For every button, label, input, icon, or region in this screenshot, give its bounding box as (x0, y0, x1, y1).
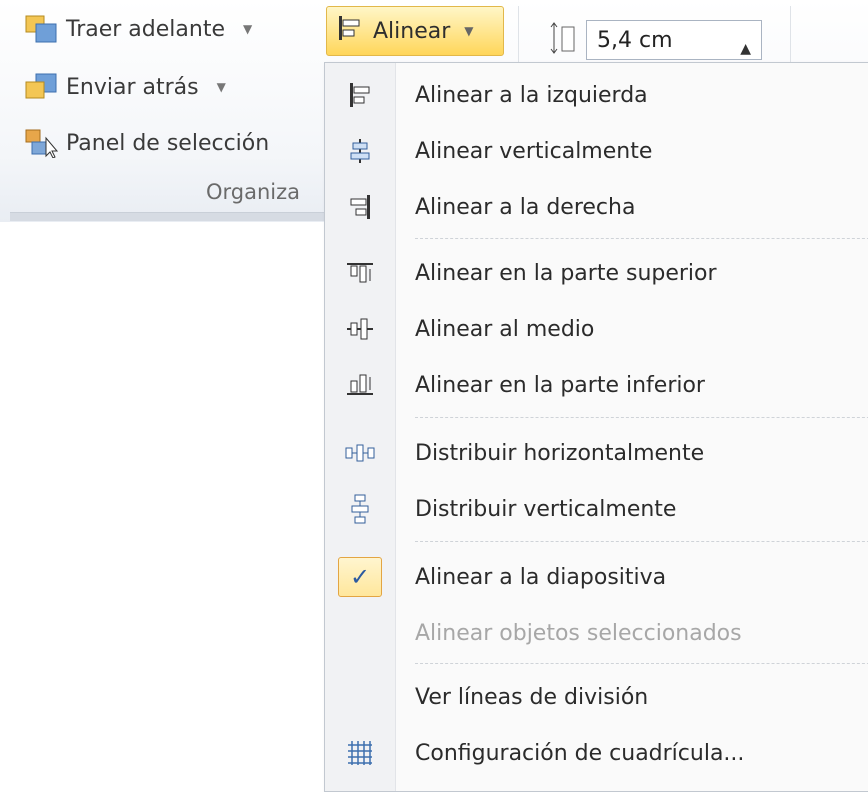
selection-pane-icon (24, 128, 59, 159)
ribbon-bottom-edge (10, 212, 330, 221)
selection-pane-label: Panel de selección (66, 130, 270, 156)
menu-item-align-right[interactable]: Alinear a la derecha (325, 187, 868, 227)
align-button[interactable]: Alinear ▼ (326, 6, 504, 56)
menu-separator (415, 417, 868, 418)
menu-item-view-gridlines[interactable]: Ver líneas de división (325, 677, 868, 717)
height-input[interactable]: 5,4 cm ▲ (586, 20, 762, 60)
align-top-icon (325, 261, 395, 285)
align-dropdown-menu: Alinear a la izquierda Alinear verticalm… (324, 62, 868, 792)
chevron-down-icon: ▼ (242, 22, 253, 36)
align-left-icon (325, 82, 395, 108)
menu-item-distribute-horizontal[interactable]: Distribuir horizontalmente (325, 433, 868, 473)
align-bottom-icon (325, 373, 395, 397)
chevron-down-icon: ▼ (216, 80, 226, 94)
grid-icon (325, 740, 395, 766)
send-backward-label: Enviar atrás (66, 74, 199, 100)
distribute-vertical-icon (325, 494, 395, 524)
menu-item-icon-slot: ✓ (325, 557, 395, 597)
distribute-horizontal-icon (325, 443, 395, 463)
bring-forward-label: Traer adelante (66, 16, 225, 42)
menu-item-align-top[interactable]: Alinear en la parte superior (325, 253, 868, 293)
height-size-control: 5,4 cm ▲ (548, 20, 762, 60)
align-middle-icon (325, 317, 395, 341)
menu-item-distribute-vertical[interactable]: Distribuir verticalmente (325, 489, 868, 529)
check-icon: ✓ (338, 557, 382, 597)
align-center-icon (325, 138, 395, 164)
menu-item-align-selected-objects: Alinear objetos seleccionados (415, 620, 742, 646)
bring-forward-button[interactable]: Traer adelante ▼ (24, 14, 252, 44)
send-backward-button[interactable]: Enviar atrás ▼ (24, 72, 226, 102)
menu-separator (415, 238, 868, 239)
menu-item-align-middle[interactable]: Alinear al medio (325, 309, 868, 349)
menu-item-align-left[interactable]: Alinear a la izquierda (325, 75, 868, 115)
menu-separator (415, 541, 868, 542)
menu-item-align-center[interactable]: Alinear verticalmente (325, 131, 868, 171)
align-right-icon (325, 194, 395, 220)
menu-separator (415, 663, 868, 664)
shape-height-icon (548, 21, 578, 59)
align-left-icon (337, 15, 363, 47)
selection-pane-button[interactable]: Panel de selección (24, 128, 270, 159)
menu-item-align-to-slide[interactable]: ✓ Alinear a la diapositiva (325, 555, 868, 599)
menu-item-grid-settings[interactable]: Configuración de cuadrícula... (325, 733, 868, 773)
align-button-label: Alinear (373, 18, 451, 44)
menu-item-align-bottom[interactable]: Alinear en la parte inferior (325, 365, 868, 405)
chevron-down-icon: ▼ (464, 24, 474, 38)
bring-forward-icon (24, 14, 58, 44)
send-backward-icon (24, 72, 58, 102)
group-label: Organiza (206, 180, 301, 204)
height-value: 5,4 cm (597, 28, 673, 53)
